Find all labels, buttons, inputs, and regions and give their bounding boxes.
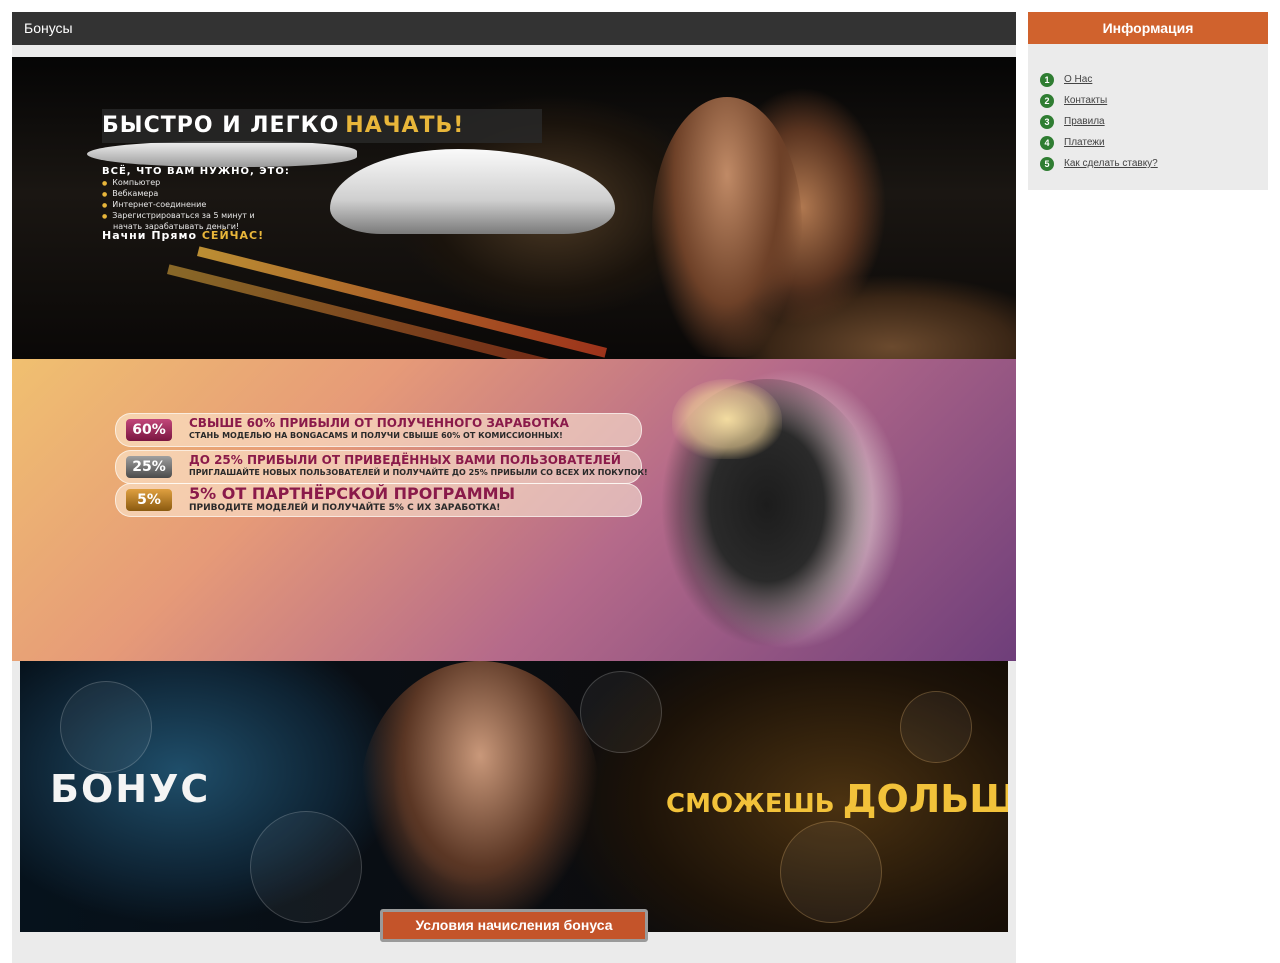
sidebar-item-about: 1 О Нас	[1040, 69, 1158, 90]
info-links-list: 1 О Нас 2 Контакты 3 Правила 4 Платежи 5…	[1040, 69, 1158, 174]
about-link[interactable]: О Нас	[1064, 74, 1092, 85]
percent-badge: 5%	[126, 489, 172, 511]
rules-link[interactable]: Правила	[1064, 116, 1105, 127]
banner3-slogan: СМОЖЕШЬДОЛЬШЕ	[666, 777, 1008, 821]
jet-plane-image	[87, 141, 357, 167]
banner1-cta: Начни Прямо СЕЙЧАС!	[102, 229, 265, 242]
decorative-stripe	[167, 264, 577, 359]
how-to-bet-link[interactable]: Как сделать ставку?	[1064, 158, 1158, 169]
bokeh-circle	[900, 691, 972, 763]
profit-row-desc: СТАНЬ МОДЕЛЬЮ НА BONGACAMS И ПОЛУЧИ СВЫШ…	[189, 431, 563, 440]
number-badge: 1	[1040, 72, 1054, 87]
bonus-terms-button[interactable]: Условия начисления бонуса	[380, 909, 648, 942]
page-title: Бонусы	[12, 12, 1016, 45]
percent-badge: 60%	[126, 419, 172, 441]
banner1-requirements-list: Компьютер Вебкамера Интернет-соединение …	[102, 178, 255, 233]
sidebar-item-payments: 4 Платежи	[1040, 132, 1158, 153]
decorative-stripe	[197, 246, 607, 358]
banner1-headline: БЫСТРО И ЛЕГКО НАЧАТЬ!	[102, 109, 542, 143]
woman-image	[652, 97, 802, 357]
sidebar-item-rules: 3 Правила	[1040, 111, 1158, 132]
bokeh-circle	[250, 811, 362, 923]
percent-badge: 25%	[126, 456, 172, 478]
number-badge: 5	[1040, 156, 1054, 171]
banner-start-easy[interactable]: БЫСТРО И ЛЕГКО НАЧАТЬ! ВСЁ, ЧТО ВАМ НУЖНО…	[12, 57, 1016, 359]
blonde-hair-image	[672, 379, 782, 459]
profit-row-60: 60% СВЫШЕ 60% ПРИБЫЛИ ОТ ПОЛУЧЕННОГО ЗАР…	[115, 413, 642, 447]
profit-row-desc: ПРИВОДИТЕ МОДЕЛЕЙ И ПОЛУЧАЙТЕ 5% С ИХ ЗА…	[189, 503, 501, 513]
banner3-bonus-text: БОНУС	[50, 767, 211, 811]
list-item: Вебкамера	[102, 189, 255, 200]
woman-image	[360, 661, 600, 932]
number-badge: 2	[1040, 93, 1054, 108]
profit-row-title: ДО 25% ПРИБЫЛИ ОТ ПРИВЕДЁННЫХ ВАМИ ПОЛЬЗ…	[189, 453, 621, 467]
profit-row-5: 5% 5% ОТ ПАРТНЁРСКОЙ ПРОГРАММЫ ПРИВОДИТЕ…	[115, 483, 642, 517]
banner-bonus[interactable]: БОНУС СМОЖЕШЬДОЛЬШЕ	[20, 661, 1008, 932]
sidebar-item-how-to-bet: 5 Как сделать ставку?	[1040, 153, 1158, 174]
profit-row-title: 5% ОТ ПАРТНЁРСКОЙ ПРОГРАММЫ	[189, 484, 516, 503]
sidebar-info-panel: 1 О Нас 2 Контакты 3 Правила 4 Платежи 5…	[1028, 44, 1268, 190]
sidebar-item-contacts: 2 Контакты	[1040, 90, 1158, 111]
profit-row-title: СВЫШЕ 60% ПРИБЫЛИ ОТ ПОЛУЧЕННОГО ЗАРАБОТ…	[189, 416, 569, 430]
profit-row-desc: ПРИГЛАШАЙТЕ НОВЫХ ПОЛЬЗОВАТЕЛЕЙ И ПОЛУЧА…	[189, 468, 648, 477]
number-badge: 3	[1040, 114, 1054, 129]
sports-car-image	[330, 149, 615, 234]
sidebar-title: Информация	[1028, 12, 1268, 44]
list-item: Зарегистрироваться за 5 минут и	[102, 211, 254, 222]
number-badge: 4	[1040, 135, 1054, 150]
list-item: Компьютер	[102, 178, 255, 189]
bokeh-circle	[60, 681, 152, 773]
payments-link[interactable]: Платежи	[1064, 137, 1105, 148]
bokeh-circle	[780, 821, 882, 923]
profit-row-25: 25% ДО 25% ПРИБЫЛИ ОТ ПРИВЕДЁННЫХ ВАМИ П…	[115, 450, 648, 484]
list-item: Интернет-соединение	[102, 200, 255, 211]
banner1-subhead: ВСЁ, ЧТО ВАМ НУЖНО, ЭТО:	[102, 166, 290, 177]
banner-profit-levels[interactable]: 60% СВЫШЕ 60% ПРИБЫЛИ ОТ ПОЛУЧЕННОГО ЗАР…	[12, 359, 1016, 661]
contacts-link[interactable]: Контакты	[1064, 95, 1107, 106]
bokeh-circle	[580, 671, 662, 753]
